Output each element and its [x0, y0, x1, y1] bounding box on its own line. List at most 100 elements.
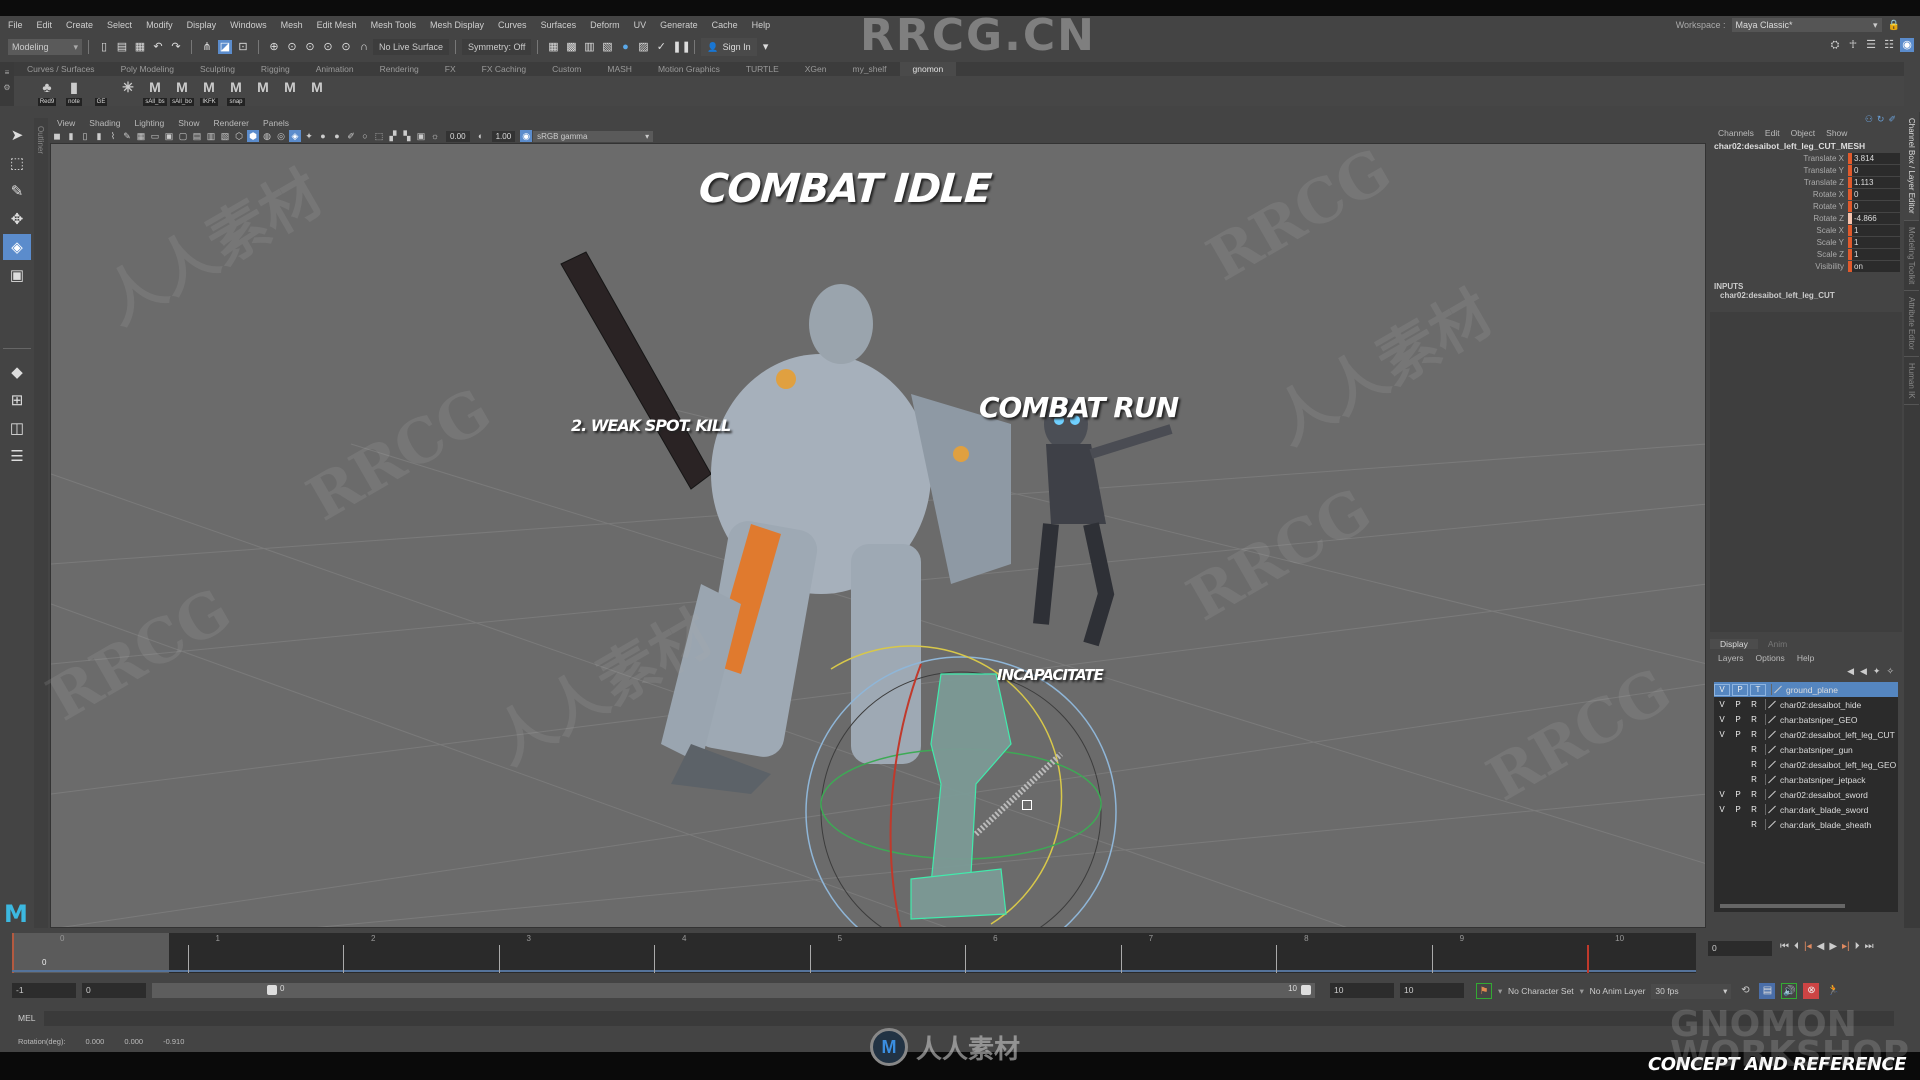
hypershade-icon[interactable]: ● [618, 40, 632, 54]
anim-layer-dropdown[interactable]: No Anim Layer [1580, 986, 1646, 997]
menu-select[interactable]: Select [99, 20, 138, 30]
render-view-icon[interactable]: ▦ [546, 40, 560, 54]
panel-menu-panels[interactable]: Panels [256, 118, 296, 128]
playback-start-field[interactable]: 0 [82, 983, 146, 998]
layer-playback-toggle[interactable]: P [1730, 715, 1746, 724]
light-editor-icon[interactable]: ✓ [654, 40, 668, 54]
layer-menu-options[interactable]: Options [1756, 653, 1785, 663]
fps-dropdown[interactable]: 30 fps [1651, 983, 1732, 999]
play-backward-icon[interactable]: ◀ [1817, 941, 1825, 952]
layer-color-swatch[interactable] [1765, 789, 1775, 800]
layer-row[interactable]: V P Rchar02:desaibot_hide [1714, 697, 1898, 712]
xray-components-icon[interactable]: ▣ [415, 130, 427, 142]
layer-color-swatch[interactable] [1765, 729, 1775, 740]
cb-menu-object[interactable]: Object [1791, 128, 1816, 138]
go-to-start-icon[interactable]: ⏮ [1780, 941, 1789, 952]
anti-aliasing-icon[interactable]: ✐ [345, 130, 357, 142]
move-tool-icon[interactable]: ✥ [3, 206, 31, 232]
layer-visibility-toggle[interactable]: V [1714, 683, 1730, 696]
shelf-tab[interactable]: Curves / Surfaces [14, 62, 108, 76]
xray-joints-icon[interactable]: ▚ [401, 130, 413, 142]
symmetry-dropdown[interactable]: Symmetry: Off [462, 39, 532, 55]
layer-name[interactable]: char02:desaibot_hide [1778, 700, 1861, 710]
layer-row[interactable]: Rchar:dark_blade_sheath [1714, 817, 1898, 832]
cached-playback-icon[interactable]: ▤ [1759, 983, 1776, 999]
shelf-tab[interactable]: XGen [792, 62, 840, 76]
layer-display-type-toggle[interactable]: R [1746, 715, 1762, 724]
menu-help[interactable]: Help [744, 20, 777, 30]
layer-display-type-toggle[interactable]: R [1746, 700, 1762, 709]
shadows-icon[interactable]: ✦ [303, 130, 315, 142]
channel-value-field[interactable]: -4.866 [1852, 212, 1900, 224]
range-end-handle[interactable] [1301, 985, 1311, 995]
layer-visibility-toggle[interactable]: V [1714, 790, 1730, 799]
range-start-handle[interactable] [267, 985, 277, 995]
menu-mesh[interactable]: Mesh [273, 20, 309, 30]
channel-box-icon[interactable]: ◉ [1900, 38, 1914, 52]
smooth-shade-icon[interactable]: ⬢ [247, 130, 259, 142]
layer-display-type-toggle[interactable]: R [1746, 775, 1762, 784]
2d-pan-zoom-icon[interactable]: ⌇ [107, 130, 119, 142]
field-chart-icon[interactable]: ▤ [191, 130, 203, 142]
tab-display[interactable]: Display [1710, 639, 1758, 649]
layer-playback-toggle[interactable]: P [1730, 805, 1746, 814]
layer-display-type-toggle[interactable]: R [1746, 760, 1762, 769]
snap-grid-icon[interactable]: ⊕ [267, 40, 281, 54]
layer-name[interactable]: char:dark_blade_sword [1778, 805, 1868, 815]
shelf-button[interactable]: GE [88, 78, 114, 106]
render-settings-icon[interactable]: ▧ [600, 40, 614, 54]
panel-menu-view[interactable]: View [50, 118, 82, 128]
channel-label[interactable]: Scale Z [1710, 250, 1848, 259]
step-back-key-icon[interactable]: ⏴ [1794, 941, 1799, 952]
channel-value-field[interactable]: 1 [1852, 248, 1900, 260]
color-management-icon[interactable]: ◉ [520, 130, 533, 142]
gamma-field[interactable]: 1.00 [491, 130, 516, 142]
outliner-tab[interactable]: Outliner [34, 118, 48, 928]
layer-color-swatch[interactable] [1765, 744, 1775, 755]
outliner-layout-icon[interactable]: ☰ [3, 443, 31, 469]
shelf-tab-selected[interactable]: gnomon [899, 62, 957, 76]
layer-name[interactable]: char:batsniper_GEO [1778, 715, 1857, 725]
new-empty-layer-icon[interactable]: ✦ [1873, 666, 1881, 677]
cb-menu-edit[interactable]: Edit [1765, 128, 1780, 138]
layer-row[interactable]: Rchar02:desaibot_left_leg_GEO [1714, 757, 1898, 772]
layer-name[interactable]: char:dark_blade_sheath [1778, 820, 1871, 830]
channel-row[interactable]: Visibility on [1710, 260, 1902, 272]
shelf-button[interactable]: MsAll_bo [169, 78, 195, 106]
shelf-settings-icon[interactable]: ⚙ [0, 83, 14, 92]
layer-row[interactable]: V P Rchar:batsniper_GEO [1714, 712, 1898, 727]
channel-row[interactable]: Rotate X 0 [1710, 188, 1902, 200]
menu-deform[interactable]: Deform [582, 20, 626, 30]
side-tab-channel-box[interactable]: Channel Box / Layer Editor [1904, 112, 1919, 221]
workspace-dropdown[interactable]: Maya Classic* [1731, 18, 1882, 32]
bookmark-icon[interactable]: ▯ [79, 130, 91, 142]
channel-value-field[interactable]: 1 [1852, 236, 1900, 248]
two-pane-layout-icon[interactable]: ◫ [3, 415, 31, 441]
menu-uv[interactable]: UV [626, 20, 653, 30]
layer-playback-toggle[interactable]: P [1730, 730, 1746, 739]
selected-object-name[interactable]: char02:desaibot_left_leg_CUT_MESH [1710, 140, 1902, 152]
panel-menu-lighting[interactable]: Lighting [127, 118, 171, 128]
shelf-button[interactable]: M [277, 78, 303, 106]
panel-menu-show[interactable]: Show [171, 118, 206, 128]
channel-label[interactable]: Rotate X [1710, 190, 1848, 199]
paint-select-tool-icon[interactable]: ✎ [3, 178, 31, 204]
channel-label[interactable]: Visibility [1710, 262, 1848, 271]
current-frame-field[interactable]: 0 [1708, 941, 1772, 956]
layer-display-type-toggle[interactable]: R [1746, 805, 1762, 814]
camera-icon[interactable]: ◼ [51, 130, 63, 142]
layer-name[interactable]: char02:desaibot_left_leg_CUT [1778, 730, 1895, 740]
layer-color-swatch[interactable] [1771, 684, 1781, 695]
shelf-tab[interactable]: my_shelf [840, 62, 900, 76]
undo-icon[interactable]: ↶ [151, 40, 165, 54]
shelf-tab[interactable]: TURTLE [733, 62, 792, 76]
channel-row[interactable]: Rotate Z -4.866 [1710, 212, 1902, 224]
ambient-occlusion-icon[interactable]: ● [317, 130, 329, 142]
inputs-node[interactable]: char02:desaibot_left_leg_CUT [1714, 291, 1902, 300]
layer-visibility-toggle[interactable]: V [1714, 715, 1730, 724]
menu-create[interactable]: Create [58, 20, 99, 30]
ipr-render-icon[interactable]: ▥ [582, 40, 596, 54]
menu-curves[interactable]: Curves [490, 20, 533, 30]
shelf-tab[interactable]: Poly Modeling [108, 62, 187, 76]
menu-cache[interactable]: Cache [704, 20, 744, 30]
